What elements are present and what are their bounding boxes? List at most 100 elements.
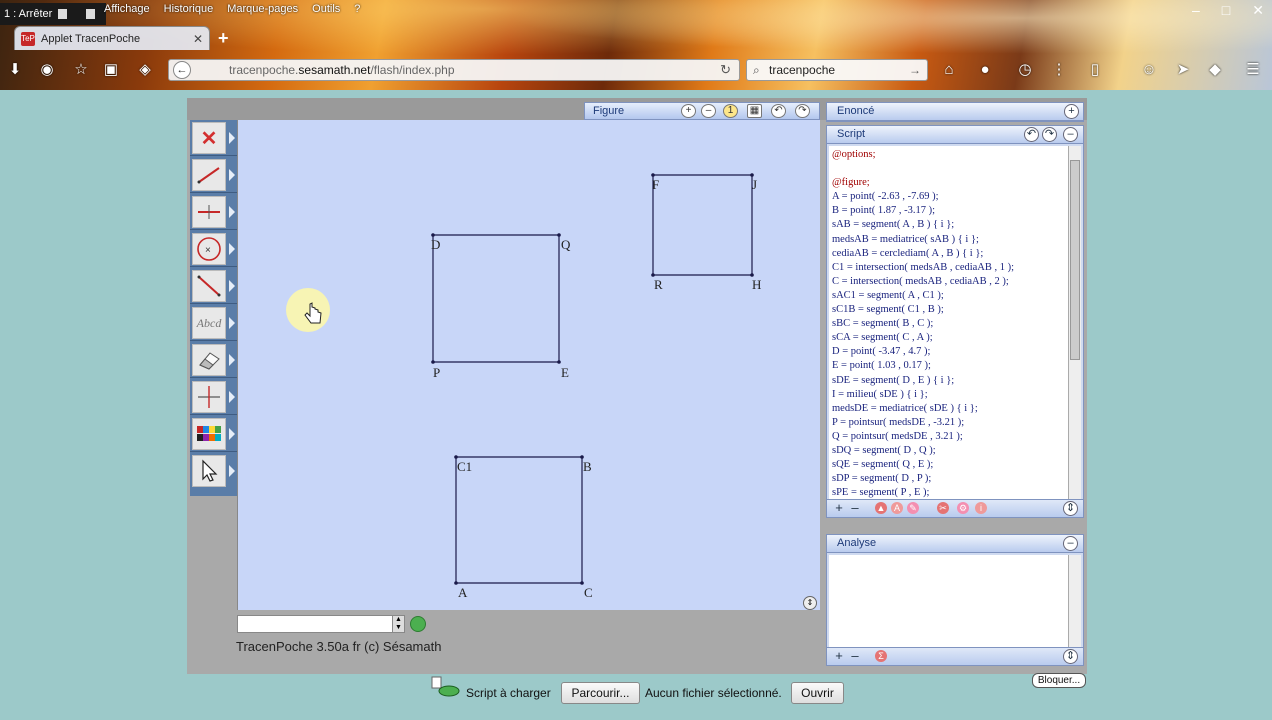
maximize-button[interactable]: □ [1222, 2, 1230, 19]
tool-perpendicular[interactable] [190, 194, 237, 230]
zoom-out-icon[interactable]: – [701, 104, 716, 118]
command-input[interactable] [237, 615, 405, 633]
script-scrollbar[interactable] [1068, 146, 1081, 500]
addon-icon[interactable]: ◆ [1206, 61, 1224, 79]
analyse-scroll-toggle-icon[interactable]: ⇕ [1063, 649, 1078, 664]
pocket-icon[interactable]: ◈ [136, 61, 154, 79]
redo-icon[interactable]: ↷ [795, 104, 810, 118]
undo-icon[interactable]: ↶ [771, 104, 786, 118]
tool-expand-icon[interactable] [229, 317, 235, 329]
tool-expand-icon[interactable] [229, 391, 235, 403]
scrollbar-thumb[interactable] [1070, 160, 1080, 360]
tool-text[interactable]: Abcd [190, 305, 237, 341]
point-label: E [561, 365, 569, 380]
tool-expand-icon[interactable] [229, 354, 235, 366]
script-editor[interactable]: @options; @figure; A = point( -2.63 , -7… [829, 146, 1071, 500]
tool-expand-icon[interactable] [229, 169, 235, 181]
tool-expand-icon[interactable] [229, 243, 235, 255]
analyse-output[interactable] [829, 555, 1071, 647]
remove-icon[interactable]: – [849, 649, 861, 662]
grid-icon[interactable]: ▦ [747, 104, 762, 118]
search-go-icon[interactable]: → [909, 60, 921, 80]
sigma-icon[interactable]: Σ [875, 650, 887, 662]
close-window-button[interactable]: ✕ [1252, 2, 1264, 19]
tool-expand-icon[interactable] [229, 465, 235, 477]
point-mark[interactable] [557, 360, 561, 364]
menu-item[interactable]: ? [354, 3, 360, 15]
home-icon[interactable]: ⌂ [940, 61, 958, 79]
collapse-script-icon[interactable]: – [1063, 127, 1078, 142]
send-icon[interactable]: ➤ [1174, 61, 1192, 79]
minimize-button[interactable]: – [1192, 2, 1200, 19]
expand-enonce-icon[interactable]: + [1064, 104, 1079, 119]
enonce-title[interactable]: Enoncé [827, 103, 1083, 121]
menu-item[interactable]: Outils [312, 3, 340, 15]
hamburger-menu-icon[interactable]: ☰ [1244, 61, 1262, 79]
library-icon[interactable]: ▣ [102, 61, 120, 79]
tool-circle[interactable]: × [190, 231, 237, 267]
tool-segment[interactable] [190, 268, 237, 304]
tool-expand-icon[interactable] [229, 428, 235, 440]
tool-line[interactable] [190, 157, 237, 193]
tool-pointer[interactable] [190, 453, 237, 489]
browse-button[interactable]: Parcourir... [561, 682, 640, 704]
menu-item[interactable]: Historique [164, 3, 214, 15]
tool-colors[interactable] [190, 416, 237, 452]
add-icon[interactable]: + [833, 649, 845, 662]
text-style-icon[interactable]: A [891, 502, 903, 514]
tool-eraser[interactable] [190, 342, 237, 378]
back-icon[interactable]: ← [173, 61, 191, 79]
tool-expand-icon[interactable] [229, 132, 235, 144]
script-undo-icon[interactable]: ↶ [1024, 127, 1039, 142]
tool-expand-icon[interactable] [229, 206, 235, 218]
open-button[interactable]: Ouvrir [791, 682, 844, 704]
url-bar[interactable]: ← tracenpoche.sesamath.net/flash/index.p… [168, 59, 740, 81]
extension-icon[interactable]: ⋮ [1050, 61, 1068, 79]
script-line: A = point( -2.63 , -7.69 ); [832, 191, 939, 203]
command-spinner[interactable]: ▲ ▼ [392, 615, 405, 633]
pause-icon[interactable] [58, 9, 67, 19]
figure-canvas[interactable]: D Q P E F J R H C1 B A C [237, 120, 820, 610]
remove-icon[interactable]: – [849, 501, 861, 514]
square-dqep[interactable] [432, 234, 560, 363]
stop-indicator[interactable]: 1 : Arrêter [0, 3, 106, 25]
add-icon[interactable]: + [833, 501, 845, 514]
sync-icon[interactable]: ◉ [38, 61, 56, 79]
search-bar[interactable]: ⌕ tracenpoche → [746, 59, 928, 81]
new-tab-icon[interactable]: + [218, 28, 229, 49]
zoom-in-icon[interactable]: + [681, 104, 696, 118]
point-label: C1 [457, 459, 473, 474]
script-line: C1 = intersection( medsAB , cediaAB , 1 … [832, 261, 1015, 273]
close-tab-icon[interactable]: ✕ [193, 32, 203, 46]
square-c1bca[interactable] [455, 456, 583, 584]
command-go-icon[interactable] [410, 616, 426, 632]
stop-icon[interactable] [86, 9, 95, 19]
clock-icon[interactable]: ◷ [1016, 61, 1034, 79]
tools-icon[interactable]: ✂ [937, 502, 949, 514]
collapse-analyse-icon[interactable]: – [1063, 536, 1078, 551]
tab-tracenpoche[interactable]: TeP Applet TracenPoche ✕ [14, 26, 210, 50]
menu-item[interactable]: Affichage [104, 3, 150, 15]
triangle-icon[interactable]: ▲ [875, 502, 887, 514]
tool-axes[interactable] [190, 379, 237, 415]
tool-expand-icon[interactable] [229, 280, 235, 292]
zoom-level-badge[interactable]: 1 [723, 104, 738, 118]
adblock-icon[interactable]: ● [976, 61, 994, 79]
square-fjhr[interactable] [652, 174, 753, 276]
point-mark[interactable] [431, 360, 435, 364]
analyse-scrollbar[interactable] [1068, 555, 1081, 647]
menu-item[interactable]: Marque-pages [227, 3, 298, 15]
smiley-icon[interactable]: ☺ [1140, 61, 1158, 79]
star-icon[interactable]: ☆ [72, 61, 90, 79]
reload-icon[interactable]: ↻ [720, 60, 731, 80]
script-redo-icon[interactable]: ↷ [1042, 127, 1057, 142]
info-icon[interactable]: i [975, 502, 987, 514]
tool-delete[interactable]: ✕ [190, 120, 237, 156]
clipboard-icon[interactable]: ▯ [1086, 61, 1104, 79]
edit-icon[interactable]: ✎ [907, 502, 919, 514]
settings-icon[interactable]: ⚙ [957, 502, 969, 514]
download-icon[interactable]: ⬇ [6, 61, 24, 79]
lock-button[interactable]: Bloquer... [1032, 673, 1086, 688]
script-scroll-toggle-icon[interactable]: ⇕ [1063, 501, 1078, 516]
canvas-scroll-icon[interactable]: ⇕ [803, 596, 817, 610]
